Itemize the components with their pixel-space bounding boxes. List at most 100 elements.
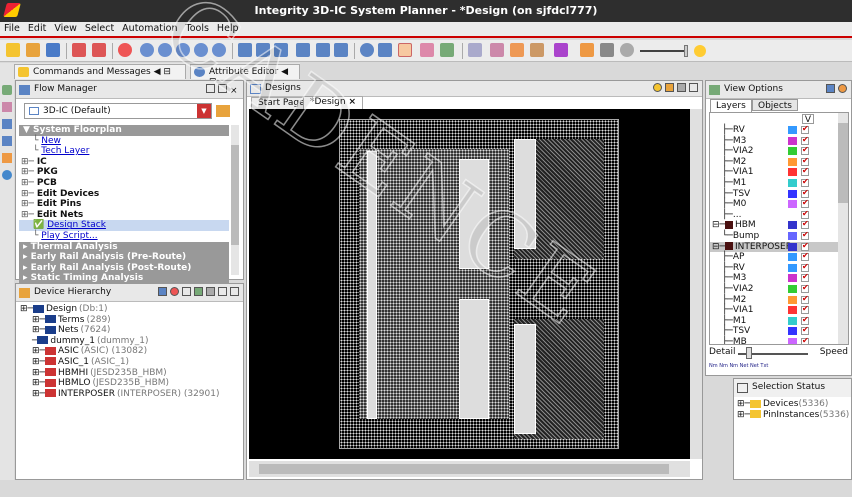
layer-color-swatch[interactable] <box>788 147 797 156</box>
shortcut-net-2[interactable]: Net <box>750 363 759 369</box>
tab-commands-messages[interactable]: Commands and Messages ◀ ⊟ <box>14 64 186 79</box>
float-icon[interactable] <box>206 84 215 93</box>
expand-icon[interactable]: ⊞─ <box>32 357 45 367</box>
palette-icon[interactable] <box>653 83 662 92</box>
menu-select[interactable]: Select <box>81 22 118 35</box>
layer-row[interactable]: ├─M1 <box>710 315 838 327</box>
layer-visible-checkbox[interactable] <box>801 124 809 135</box>
layer-color-swatch[interactable] <box>788 274 797 283</box>
device-tree-row[interactable]: ─ dummy_1 (dummy_1) <box>20 336 240 347</box>
device-tree-row[interactable]: ⊞─ Nets (7624) <box>20 325 240 336</box>
layer-row[interactable]: ├─RV <box>710 262 838 274</box>
canvas-vertical-scrollbar[interactable] <box>690 109 702 459</box>
maximize-icon[interactable] <box>218 84 227 93</box>
save-icon[interactable] <box>46 43 60 57</box>
layer-color-swatch[interactable] <box>788 221 797 230</box>
menu-automation[interactable]: Automation <box>118 22 181 35</box>
circle-tool-1-icon[interactable] <box>140 43 154 57</box>
layer-visible-checkbox[interactable] <box>801 209 809 219</box>
flow-item[interactable]: ✅ Design Stack <box>19 220 229 231</box>
circle-tool-5-icon[interactable] <box>212 43 226 57</box>
layer-color-swatch[interactable] <box>788 157 797 166</box>
layer-color-swatch[interactable] <box>788 306 797 315</box>
layer-row[interactable]: ├─M2 <box>710 156 838 168</box>
shortcut-nm-2[interactable]: Nm <box>719 363 728 369</box>
zoom-fit-icon[interactable] <box>296 43 310 57</box>
selection-row[interactable]: ⊞─ PinInstances(5336) <box>737 410 849 421</box>
expand-icon[interactable]: ⊞─ <box>32 368 45 378</box>
zoom-previous-icon[interactable] <box>316 43 330 57</box>
redraw-icon[interactable] <box>334 43 348 57</box>
reset-icon[interactable] <box>838 84 847 93</box>
gear-icon[interactable] <box>206 287 215 296</box>
expand-icon[interactable]: ⊞─ <box>32 325 45 335</box>
flow-item[interactable]: └ New <box>19 136 229 147</box>
layer-row[interactable]: ⊟─ HBM <box>710 219 838 231</box>
layer-visible-checkbox[interactable] <box>801 336 809 344</box>
selection-row[interactable]: ⊞─ Devices(5336) <box>737 399 849 410</box>
layer-row[interactable]: ├─... <box>710 209 838 221</box>
layer-icon[interactable] <box>554 43 568 57</box>
new-icon[interactable] <box>6 43 20 57</box>
search-icon[interactable] <box>360 43 374 57</box>
hbm-hi-block[interactable] <box>514 139 536 249</box>
layer-visible-checkbox[interactable] <box>801 230 809 241</box>
device-tree-row[interactable]: ⊞─ HBMLO (JESD235B_HBM) <box>20 378 240 389</box>
layer-visible-checkbox[interactable] <box>801 166 809 177</box>
menu-view[interactable]: View <box>50 22 81 35</box>
device-tree-row[interactable]: ⊞─ ASIC_1 (ASIC_1) <box>20 357 240 368</box>
device-tree-row[interactable]: ⊞─ Design (Db:1) <box>20 304 240 315</box>
layer-color-swatch[interactable] <box>788 189 797 198</box>
layer-row[interactable]: ├─TSV <box>710 325 838 337</box>
selection-mode-icon[interactable] <box>398 43 412 57</box>
asic-block-top[interactable] <box>459 159 489 269</box>
zoom-area-icon[interactable] <box>274 43 288 57</box>
layer-visible-checkbox[interactable] <box>801 188 809 198</box>
layer-row[interactable]: ⊟─ INTERPOSER <box>710 241 838 253</box>
flow-item[interactable]: └ Play Script... <box>19 231 229 242</box>
layer-visible-checkbox[interactable] <box>801 251 809 262</box>
layer-visible-checkbox[interactable] <box>801 272 809 283</box>
expand-icon[interactable]: ⊞─ <box>32 378 45 388</box>
circle-tool-4-icon[interactable] <box>194 43 208 57</box>
brightness-icon[interactable] <box>694 45 706 57</box>
menu-tools[interactable]: Tools <box>182 22 213 35</box>
shortcut-nm-1[interactable]: Nm <box>709 363 718 369</box>
layer-row[interactable]: ├─VIA2 <box>710 145 838 157</box>
sort-icon[interactable] <box>194 287 203 296</box>
zoom-out-icon[interactable] <box>256 43 270 57</box>
layer-visible-checkbox[interactable] <box>801 135 809 145</box>
layer-color-swatch[interactable] <box>788 178 797 187</box>
device-tree-row[interactable]: ⊞─ INTERPOSER (INTERPOSER) (32901) <box>20 389 240 400</box>
layer-row[interactable]: ├─TSV <box>710 188 838 200</box>
grid-icon[interactable] <box>580 43 594 57</box>
tab-layers[interactable]: Layers <box>710 99 752 112</box>
expand-icon[interactable]: ⊞─ <box>737 399 750 409</box>
detail-slider-handle[interactable] <box>746 347 752 359</box>
layer-visible-checkbox[interactable] <box>801 219 809 230</box>
expand-icon[interactable]: ⊞─ <box>32 389 45 399</box>
layer-visible-checkbox[interactable] <box>801 304 809 315</box>
layer-visible-checkbox[interactable] <box>801 177 809 188</box>
layer-color-swatch[interactable] <box>788 316 797 325</box>
layer-visible-checkbox[interactable] <box>801 241 809 251</box>
find-icon[interactable] <box>378 43 392 57</box>
layer-color-swatch[interactable] <box>788 284 797 293</box>
search-icon[interactable] <box>182 287 191 296</box>
layer-visible-checkbox[interactable] <box>801 156 809 166</box>
layer-color-swatch[interactable] <box>788 327 797 336</box>
apply-icon[interactable] <box>826 84 835 93</box>
layer-color-swatch[interactable] <box>788 136 797 145</box>
place-icon[interactable] <box>510 43 524 57</box>
layer-visible-checkbox[interactable] <box>801 325 809 336</box>
snap-icon[interactable] <box>440 43 454 57</box>
flow-scrollbar[interactable] <box>231 125 239 275</box>
layer-color-swatch[interactable] <box>788 337 797 344</box>
flow-item[interactable]: ▸ Early Rail Analysis (Pre-Route) <box>19 252 229 263</box>
layer-visible-checkbox[interactable] <box>801 145 809 156</box>
asic-block-bottom[interactable] <box>459 299 489 419</box>
stop-icon[interactable] <box>118 43 132 57</box>
expand-icon[interactable]: ⊞─ <box>32 346 45 356</box>
browser-icon[interactable] <box>2 119 12 129</box>
flow-item[interactable]: ⊞─ Edit Devices <box>19 189 229 200</box>
